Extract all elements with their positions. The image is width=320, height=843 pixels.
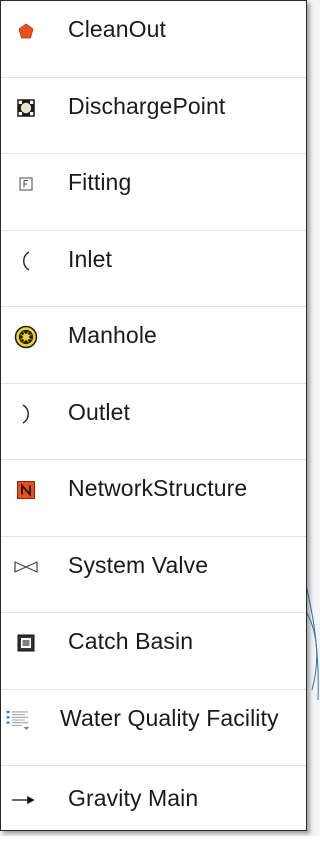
- water-quality-facility-label: Water Quality Facility: [60, 704, 279, 731]
- inlet-icon: [13, 248, 39, 274]
- list-item-fitting[interactable]: Fitting: [1, 154, 306, 231]
- cleanout-icon: [13, 18, 39, 44]
- fitting-icon: [13, 171, 39, 197]
- catch-basin-label: Catch Basin: [68, 628, 194, 654]
- network-structure-label: NetworkStructure: [68, 475, 248, 501]
- cleanout-label: CleanOut: [68, 16, 166, 42]
- list-item-manhole[interactable]: Manhole: [1, 307, 306, 384]
- water-quality-facility-icon: [5, 707, 31, 733]
- list-item-inlet[interactable]: Inlet: [1, 231, 306, 307]
- list-item-water-quality-facility[interactable]: Water Quality Facility: [1, 690, 306, 766]
- list-item-discharge-point[interactable]: DischargePoint: [1, 78, 306, 154]
- list-item-system-valve[interactable]: System Valve: [1, 537, 306, 613]
- list-item-outlet[interactable]: Outlet: [1, 384, 306, 460]
- network-structure-icon: [13, 477, 39, 503]
- system-valve-label: System Valve: [68, 551, 209, 578]
- list-item-cleanout[interactable]: CleanOut: [1, 1, 306, 78]
- legend-panel: CleanOut DischargePoint Fitting Inlet Ma…: [0, 0, 307, 831]
- gravity-main-label: Gravity Main: [68, 785, 199, 811]
- discharge-point-label: DischargePoint: [68, 92, 226, 119]
- manhole-label: Manhole: [68, 322, 157, 348]
- catch-basin-icon: [13, 630, 39, 656]
- outlet-label: Outlet: [68, 398, 130, 425]
- gravity-main-icon: [11, 787, 37, 813]
- list-item-gravity-main[interactable]: Gravity Main: [1, 766, 306, 843]
- manhole-icon: [13, 324, 39, 350]
- system-valve-icon: [13, 554, 39, 580]
- inlet-label: Inlet: [68, 245, 112, 272]
- outlet-icon: [13, 401, 39, 427]
- list-item-network-structure[interactable]: NetworkStructure: [1, 460, 306, 537]
- fitting-label: Fitting: [68, 169, 132, 195]
- list-item-catch-basin[interactable]: Catch Basin: [1, 613, 306, 690]
- discharge-point-icon: [13, 95, 39, 121]
- legend-list: CleanOut DischargePoint Fitting Inlet Ma…: [1, 1, 306, 843]
